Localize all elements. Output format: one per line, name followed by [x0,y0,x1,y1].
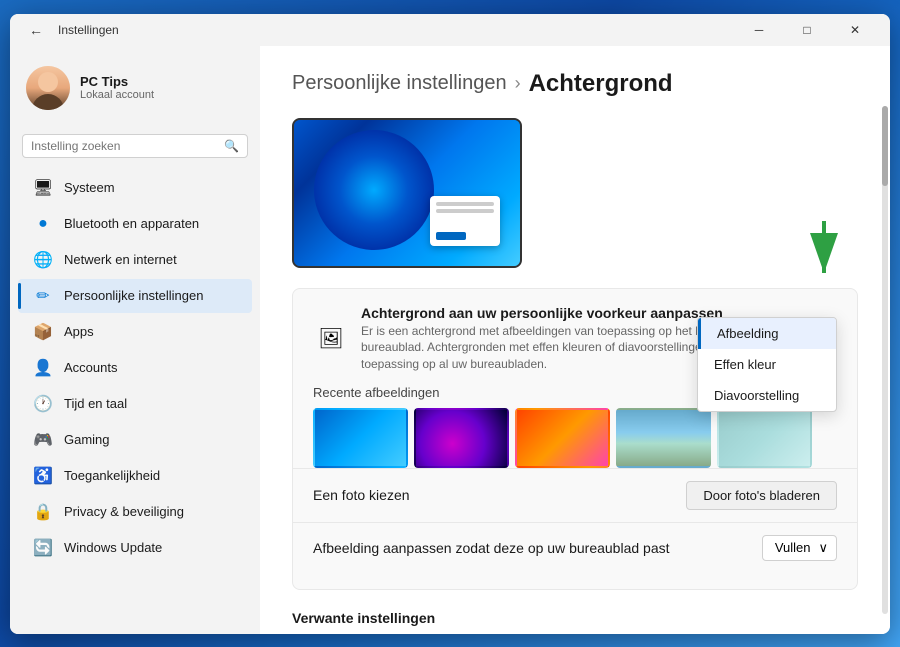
sidebar-item-label: Toegankelijkheid [64,468,236,483]
scrollbar-thumb[interactable] [882,106,888,186]
dropdown-option-dia[interactable]: Diavoorstelling [698,380,836,411]
recent-thumb-1[interactable] [313,408,408,468]
toegankelijkheid-icon: ♿ [34,467,52,485]
back-button[interactable]: ← [22,16,50,44]
sidebar-item-gaming[interactable]: 🎮 Gaming [18,423,252,457]
sidebar-item-label: Tijd en taal [64,396,236,411]
related-settings: Verwante instellingen ◑ Contrastthema's … [292,610,858,634]
sidebar-item-label: Netwerk en internet [64,252,236,267]
tijd-icon: 🕐 [34,395,52,413]
systeem-icon: 🖥 [34,179,52,197]
sidebar-item-label: Systeem [64,180,236,195]
window-controls: ─ □ ✕ [736,14,878,46]
scrollbar[interactable] [882,106,888,614]
sidebar-item-apps[interactable]: 📦 Apps [18,315,252,349]
content-area: PC Tips Lokaal account 🔍 🖥 Systeem ● Blu… [10,46,890,634]
windows-icon: 🔄 [34,539,52,557]
sidebar-item-label: Gaming [64,432,236,447]
dialog-line [436,232,466,240]
browse-photos-button[interactable]: Door foto's bladeren [686,481,837,510]
gaming-icon: 🎮 [34,431,52,449]
fit-label: Afbeelding aanpassen zodat deze op uw bu… [313,540,670,556]
sidebar-item-label: Windows Update [64,540,236,555]
sidebar: PC Tips Lokaal account 🔍 🖥 Systeem ● Blu… [10,46,260,634]
choose-photo-row: Een foto kiezen Door foto's bladeren [313,469,837,522]
section-row: 🖼 Achtergrond aan uw persoonlijke voorke… [313,305,837,373]
sidebar-item-systeem[interactable]: 🖥 Systeem [18,171,252,205]
breadcrumb-current: Achtergrond [529,70,673,98]
sidebar-item-label: Bluetooth en apparaten [64,216,236,231]
search-icon: 🔍 [224,139,239,153]
sidebar-item-accounts[interactable]: 👤 Accounts [18,351,252,385]
fit-select[interactable]: Vullen ∨ [762,535,837,561]
bluetooth-icon: ● [34,215,52,233]
background-icon: 🖼 [313,321,349,357]
fit-row: Afbeelding aanpassen zodat deze op uw bu… [313,523,837,573]
dialog-line [436,202,494,206]
apps-icon: 📦 [34,323,52,341]
settings-window: ← Instellingen ─ □ ✕ PC Tips Lokaal a [10,14,890,634]
wallpaper-swirl [297,118,451,267]
sidebar-item-label: Apps [64,324,236,339]
fit-value: Vullen [775,540,811,555]
accounts-icon: 👤 [34,359,52,377]
breadcrumb-separator: › [515,73,521,94]
sidebar-item-label: Privacy & beveiliging [64,504,236,519]
window-title: Instellingen [58,23,736,37]
maximize-button[interactable]: □ [784,14,830,46]
recent-grid [313,408,837,468]
sidebar-item-windows[interactable]: 🔄 Windows Update [18,531,252,565]
user-name: PC Tips [80,74,244,89]
user-profile[interactable]: PC Tips Lokaal account [10,54,260,122]
recent-thumb-5[interactable] [717,408,812,468]
dropdown-menu[interactable]: Afbeelding Effen kleur Diavoorstelling [697,317,837,412]
sidebar-item-bluetooth[interactable]: ● Bluetooth en apparaten [18,207,252,241]
search-input[interactable] [31,139,224,153]
sidebar-item-label: Accounts [64,360,236,375]
recent-thumb-4[interactable] [616,408,711,468]
privacy-icon: 🔒 [34,503,52,521]
dropdown-option-afbeelding[interactable]: Afbeelding [698,318,836,349]
dialog-line [436,209,494,213]
sidebar-item-persoonlijk[interactable]: ✏ Persoonlijke instellingen [18,279,252,313]
sidebar-item-netwerk[interactable]: 🌐 Netwerk en internet [18,243,252,277]
dropdown-option-effen[interactable]: Effen kleur [698,349,836,380]
recent-thumb-2[interactable] [414,408,509,468]
page-header: Persoonlijke instellingen › Achtergrond [292,70,858,98]
user-type: Lokaal account [80,89,244,101]
preview-dialog [430,196,500,246]
user-info: PC Tips Lokaal account [80,74,244,101]
choose-photo-label: Een foto kiezen [313,487,410,503]
sidebar-item-label: Persoonlijke instellingen [64,288,236,303]
sidebar-item-tijd[interactable]: 🕐 Tijd en taal [18,387,252,421]
netwerk-icon: 🌐 [34,251,52,269]
avatar [26,66,70,110]
main-content: Persoonlijke instellingen › Achtergrond [260,46,890,634]
minimize-button[interactable]: ─ [736,14,782,46]
recent-thumb-3[interactable] [515,408,610,468]
dropdown-option-label: Effen kleur [714,357,776,372]
sidebar-item-privacy[interactable]: 🔒 Privacy & beveiliging [18,495,252,529]
close-button[interactable]: ✕ [832,14,878,46]
persoonlijk-icon: ✏ [34,287,52,305]
sidebar-item-toegankelijkheid[interactable]: ♿ Toegankelijkheid [18,459,252,493]
dropdown-option-label: Diavoorstelling [714,388,799,403]
wallpaper-preview [292,118,522,268]
dropdown-option-label: Afbeelding [717,326,778,341]
breadcrumb-parent: Persoonlijke instellingen [292,72,507,95]
arrow-indicator [806,221,842,286]
related-title: Verwante instellingen [292,610,858,626]
titlebar: ← Instellingen ─ □ ✕ [10,14,890,46]
dropdown-control[interactable]: Afbeelding Effen kleur Diavoorstelling ∧ [809,325,837,353]
background-section: 🖼 Achtergrond aan uw persoonlijke voorke… [292,288,858,590]
fit-chevron-icon: ∨ [818,540,828,556]
search-box[interactable]: 🔍 [22,134,248,158]
